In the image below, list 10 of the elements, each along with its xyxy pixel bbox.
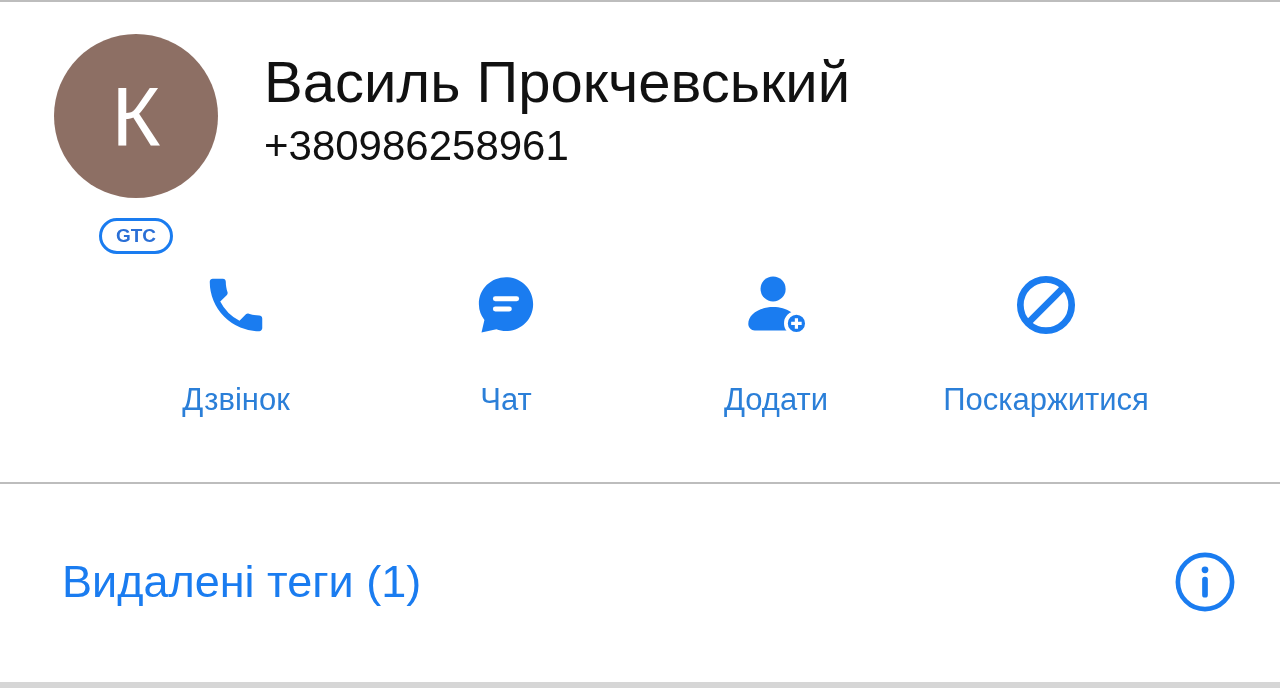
deleted-tags-link[interactable]: Видалені теги (1) <box>62 556 422 608</box>
phone-number: +380986258961 <box>264 122 570 170</box>
add-button[interactable]: Додати <box>641 270 911 418</box>
contact-name: Василь Прокчевський <box>264 48 851 116</box>
avatar: К <box>54 34 218 198</box>
report-button[interactable]: Поскаржитися <box>911 270 1181 418</box>
carrier-badge: GTC <box>98 218 174 254</box>
info-icon[interactable] <box>1174 551 1236 613</box>
call-button[interactable]: Дзвінок <box>101 270 371 418</box>
chat-button[interactable]: Чат <box>371 270 641 418</box>
